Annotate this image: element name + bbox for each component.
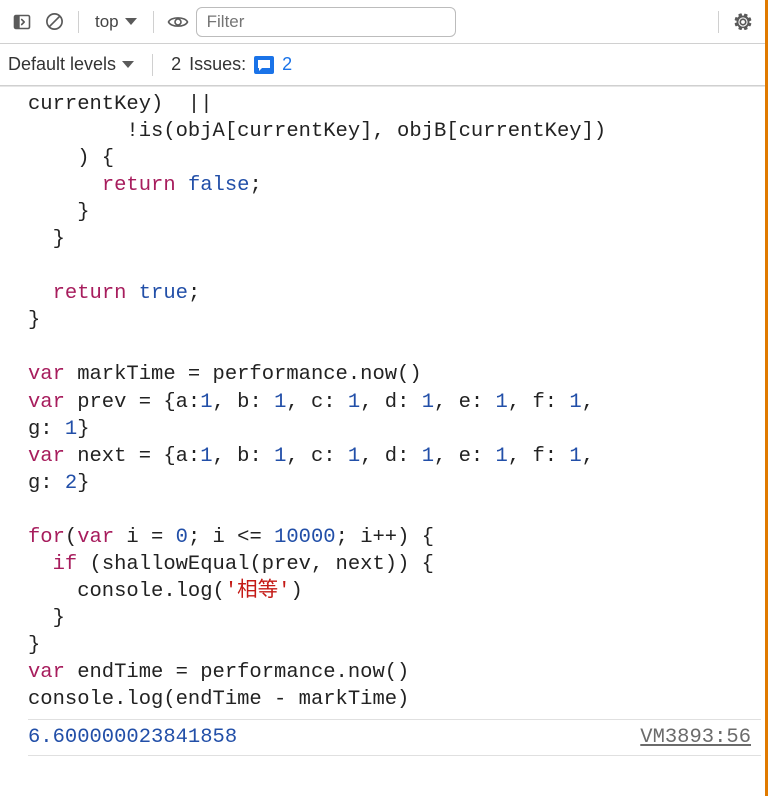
console-log-row: 6.600000023841858 VM3893:56 <box>28 719 761 756</box>
panel-icon <box>13 13 31 31</box>
eye-icon <box>167 14 189 30</box>
live-expression-button[interactable] <box>164 8 192 36</box>
console-toolbar: top <box>0 0 765 44</box>
separator <box>78 11 79 33</box>
issues-badge-count: 2 <box>282 54 292 75</box>
log-source-link[interactable]: VM3893:56 <box>640 724 751 751</box>
context-label: top <box>95 12 119 32</box>
ban-icon <box>45 12 64 31</box>
separator <box>152 54 153 76</box>
separator <box>718 11 719 33</box>
separator <box>153 11 154 33</box>
code-block: currentKey) || !is(objA[currentKey], obj… <box>28 91 761 713</box>
issues-button[interactable]: 2 Issues: 2 <box>171 54 292 75</box>
clear-console-button[interactable] <box>40 8 68 36</box>
console-settings-button[interactable] <box>729 8 757 36</box>
console-subtoolbar: Default levels 2 Issues: 2 <box>0 44 765 86</box>
log-level-label: Default levels <box>8 54 116 75</box>
filter-input[interactable] <box>196 7 456 37</box>
log-level-selector[interactable]: Default levels <box>8 54 134 75</box>
issues-count-label: 2 <box>171 54 181 75</box>
log-value: 6.600000023841858 <box>28 724 237 751</box>
toggle-sidebar-button[interactable] <box>8 8 36 36</box>
issue-icon <box>254 56 274 74</box>
chevron-down-icon <box>122 61 134 68</box>
issues-label: Issues: <box>189 54 246 75</box>
chevron-down-icon <box>125 18 137 25</box>
gear-icon <box>733 12 753 32</box>
console-output[interactable]: currentKey) || !is(objA[currentKey], obj… <box>0 86 765 756</box>
execution-context-selector[interactable]: top <box>89 8 143 36</box>
